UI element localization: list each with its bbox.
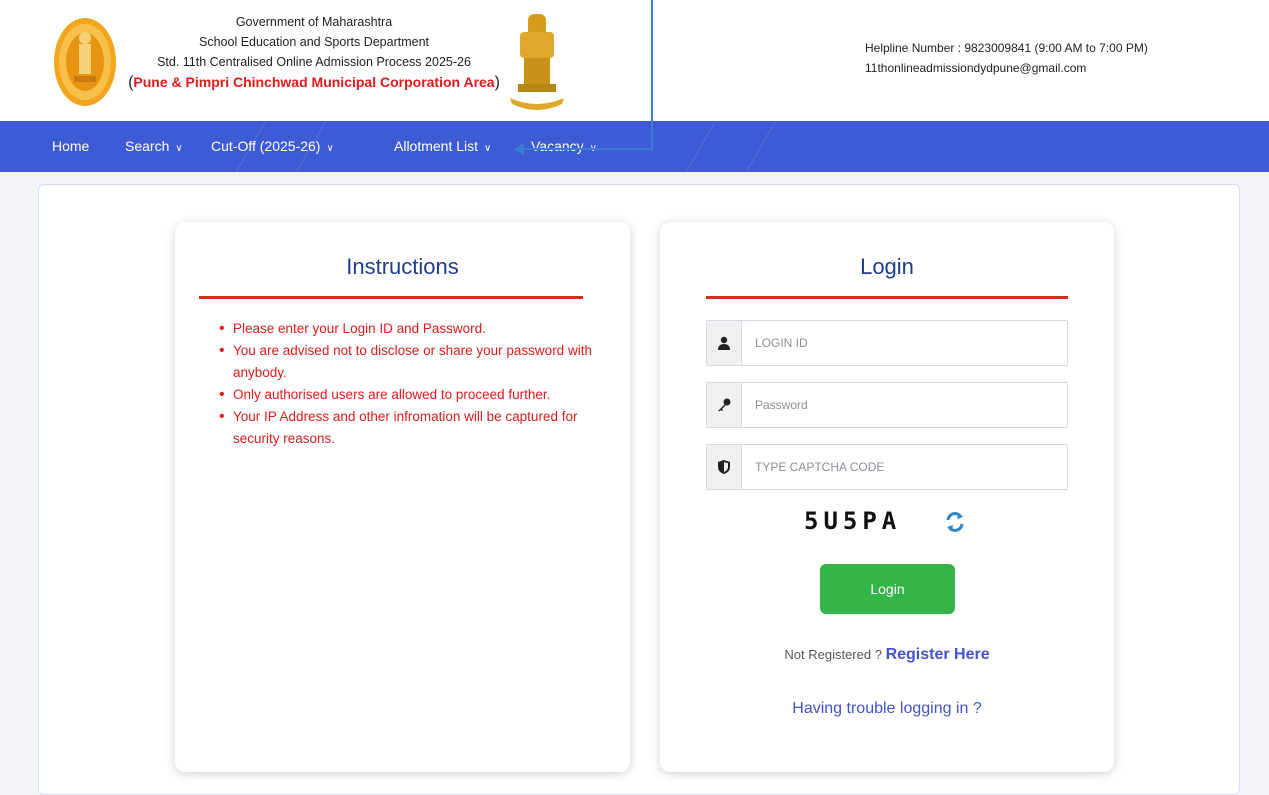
national-emblem-icon: [510, 14, 564, 110]
login-title: Login: [860, 254, 914, 279]
instruction-item: Your IP Address and other infromation wi…: [215, 406, 595, 450]
instructions-list: Please enter your Login ID and Password.…: [215, 318, 595, 450]
captcha-input[interactable]: [743, 445, 1073, 489]
password-input[interactable]: [743, 383, 1073, 427]
refresh-icon[interactable]: [945, 511, 965, 539]
helpline-email[interactable]: 11thonlineadmissiondydpune@gmail.com: [865, 58, 1148, 78]
captcha-field: [706, 444, 1073, 490]
nav-stripe: [745, 121, 777, 172]
instructions-underline: [199, 296, 583, 299]
nav-search[interactable]: Search ∨: [125, 121, 183, 172]
nav-home[interactable]: Home: [52, 121, 89, 172]
register-line: Not Registered ? Register Here: [660, 646, 1114, 664]
not-registered-text: Not Registered ?: [784, 647, 886, 662]
instructions-panel: Instructions Please enter your Login ID …: [175, 222, 630, 772]
shield-icon: [707, 445, 742, 489]
register-link[interactable]: Register Here: [886, 646, 990, 663]
instruction-item: Only authorised users are allowed to pro…: [215, 384, 595, 406]
chevron-down-icon: ∨: [326, 143, 334, 154]
chevron-down-icon: ∨: [484, 143, 492, 154]
header-line-area: (Pune & Pimpri Chinchwad Municipal Corpo…: [118, 72, 510, 93]
nav-vacancy-label: Vacancy: [531, 138, 584, 154]
nav-home-label: Home: [52, 138, 90, 154]
area-name: Pune & Pimpri Chinchwad Municipal Corpor…: [133, 74, 495, 90]
helpline-number: Helpline Number : 9823009841 (9:00 AM to…: [865, 41, 1148, 55]
instructions-title: Instructions: [346, 254, 459, 279]
helpline-block: Helpline Number : 9823009841 (9:00 AM to…: [865, 38, 1148, 78]
header-line-process: Std. 11th Centralised Online Admission P…: [157, 55, 471, 69]
annotation-pointer-vertical: [651, 0, 653, 150]
captcha-image: 5U5PA: [804, 507, 902, 535]
user-icon: [707, 321, 742, 365]
nav-cutoff-label: Cut-Off (2025-26): [211, 138, 321, 154]
login-button[interactable]: Login: [820, 564, 955, 614]
annotation-pointer-horizontal: [520, 148, 653, 150]
annotation-arrow-icon: [514, 143, 524, 155]
paren-close: ): [494, 74, 500, 91]
password-field: [706, 382, 1073, 428]
trouble-logging-link[interactable]: Having trouble logging in ?: [660, 700, 1114, 718]
header-line-government: Government of Maharashtra: [235, 15, 393, 29]
header-line-department: School Education and Sports Department: [199, 35, 429, 49]
instruction-item: Please enter your Login ID and Password.: [215, 318, 595, 340]
main-navbar: Home Search ∨ Cut-Off (2025-26) ∨ Allotmen…: [0, 121, 1269, 172]
header-title-block: Government of Maharashtra School Educati…: [118, 12, 510, 93]
nav-allotment-list[interactable]: Allotment List ∨: [394, 121, 491, 172]
login-id-field: [706, 320, 1073, 366]
nav-vacancy[interactable]: Vacancy∨: [531, 121, 597, 172]
login-id-input[interactable]: [743, 321, 1073, 365]
site-header: Government of Maharashtra School Educati…: [0, 0, 1269, 121]
nav-stripe: [685, 121, 717, 172]
nav-allotment-label: Allotment List: [394, 138, 479, 154]
instruction-item: You are advised not to disclose or share…: [215, 340, 595, 384]
nav-cutoff[interactable]: Cut-Off (2025-26) ∨: [211, 121, 334, 172]
chevron-down-icon: ∨: [175, 143, 183, 154]
login-panel: Login 5U5PA Login Not Registered ? Regis…: [660, 222, 1114, 772]
nav-search-label: Search: [125, 138, 170, 154]
key-icon: [707, 383, 742, 427]
maharashtra-seal-icon: [54, 18, 116, 106]
login-underline: [706, 296, 1068, 299]
